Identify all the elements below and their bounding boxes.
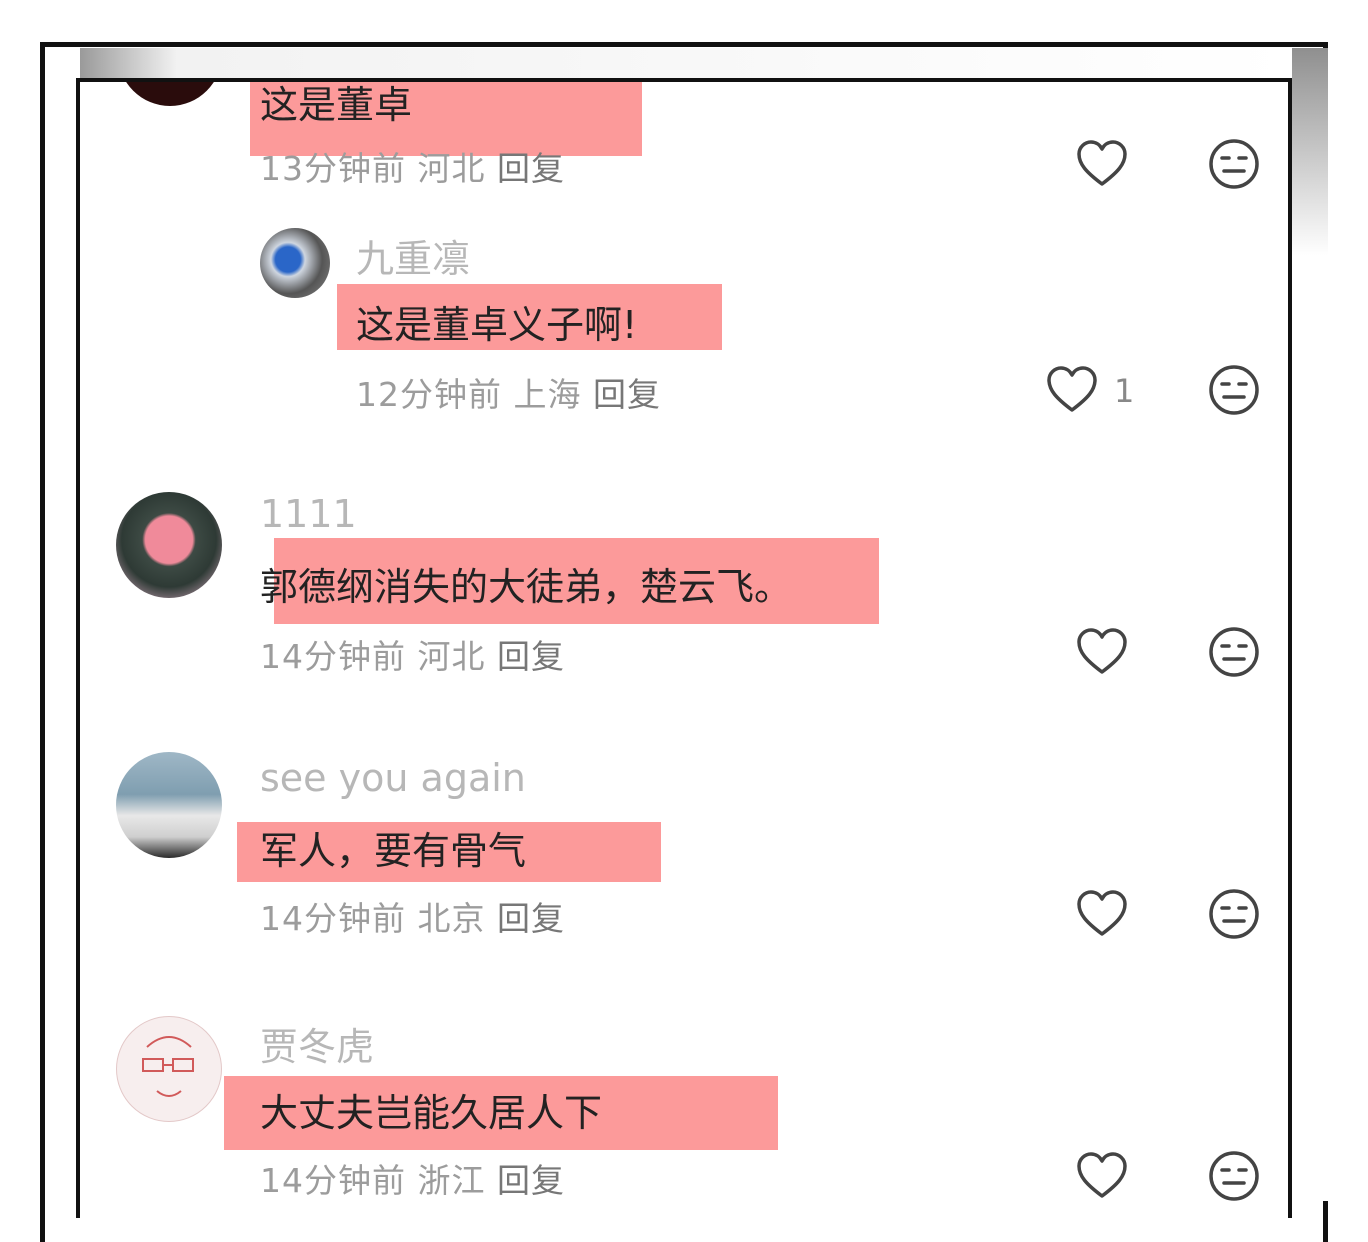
neutral-face-icon[interactable] [1208,626,1260,678]
username[interactable]: 贾冬虎 [260,1016,374,1071]
comment-location: 浙江 [417,1161,486,1200]
username[interactable]: see you again [260,756,526,800]
sketch-portrait-icon [142,1036,194,1097]
neutral-face-icon[interactable] [1208,1150,1260,1202]
like-count: 1 [1114,372,1135,410]
comment-location: 上海 [513,375,582,414]
username[interactable]: 九重凛 [356,228,470,283]
reply-button[interactable]: 回复 [497,899,565,938]
comment-time: 14分钟前 [260,899,406,938]
comment-time: 14分钟前 [260,637,406,676]
neutral-face-icon[interactable] [1208,138,1260,190]
avatar[interactable] [118,82,222,106]
comment-text: 郭德纲消失的大徒弟，楚云飞。 [260,565,793,609]
neutral-face-icon[interactable] [1208,364,1260,416]
reply-button[interactable]: 回复 [497,149,565,188]
comment-text: 军人，要有骨气 [260,829,527,873]
neutral-face-icon[interactable] [1208,888,1260,940]
comment-text: 大丈夫岂能久居人下 [260,1091,603,1135]
heart-outline-icon[interactable] [1076,890,1128,938]
heart-outline-icon[interactable] [1076,1152,1128,1200]
avatar[interactable] [116,492,222,598]
comment-meta: 14分钟前 河北 回复 [260,630,565,678]
comment-text: 这是董卓义子啊! [356,303,638,347]
heart-outline-icon[interactable] [1076,140,1128,188]
avatar[interactable] [116,1016,222,1122]
comment-location: 河北 [417,149,486,188]
comment-list: 这是董卓 13分钟前 河北 回复 九重凛 这是董卓义子啊! 12分钟前 上海 回… [76,78,1292,1218]
reply-button[interactable]: 回复 [497,637,565,676]
comment-meta: 14分钟前 浙江 回复 [260,1154,565,1202]
comment-location: 北京 [417,899,486,938]
heart-outline-icon[interactable] [1076,628,1128,676]
avatar[interactable] [260,228,330,298]
reply-button[interactable]: 回复 [497,1161,565,1200]
comment-time: 14分钟前 [260,1161,406,1200]
comment-time: 12分钟前 [356,375,502,414]
comment-time: 13分钟前 [260,149,406,188]
comment-meta: 14分钟前 北京 回复 [260,892,565,940]
heart-outline-icon[interactable] [1046,366,1098,414]
frame-shadow-right [1292,48,1328,1201]
comment-meta: 12分钟前 上海 回复 [356,368,661,416]
comment-location: 河北 [417,637,486,676]
reply-button[interactable]: 回复 [593,375,661,414]
avatar[interactable] [116,752,222,858]
comment-meta: 13分钟前 河北 回复 [260,142,565,190]
comment-text: 这是董卓 [260,83,413,127]
username[interactable]: 1111 [260,492,357,536]
